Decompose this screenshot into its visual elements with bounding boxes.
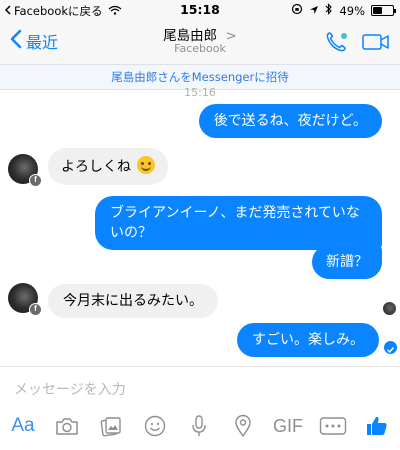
- facebook-badge-icon: f: [29, 303, 42, 316]
- gif-label: GIF: [273, 415, 303, 436]
- message-input[interactable]: メッセージを入力: [14, 379, 126, 399]
- message-text: よろしくね: [61, 159, 131, 175]
- delivered-check-icon: [384, 341, 397, 354]
- composer-toolbar: Aa GIF: [0, 411, 400, 441]
- status-bar: Facebookに戻る 15:18 49%: [0, 0, 400, 20]
- location-arrow-icon: [309, 4, 319, 18]
- message-bubble-outgoing[interactable]: 新譜？: [312, 245, 382, 279]
- gif-icon[interactable]: GIF: [270, 411, 306, 441]
- microphone-icon[interactable]: [184, 411, 214, 441]
- facebook-badge-icon: f: [29, 174, 42, 187]
- voice-call-icon[interactable]: [324, 30, 348, 58]
- battery-percent: 49%: [339, 3, 365, 18]
- composer: メッセージを入力 Aa GIF: [0, 366, 400, 450]
- text-format-label: Aa: [11, 415, 35, 436]
- message-bubble-incoming[interactable]: 今月末に出るみたい。: [48, 284, 218, 318]
- sticker-icon[interactable]: [140, 411, 170, 441]
- battery-level: [373, 7, 383, 14]
- location-icon[interactable]: [228, 411, 258, 441]
- photo-gallery-icon[interactable]: [96, 411, 126, 441]
- text-format-icon[interactable]: Aa: [6, 411, 40, 441]
- more-icon[interactable]: [316, 411, 350, 441]
- message-bubble-outgoing[interactable]: ブライアンイーノ、まだ発売されていないの？: [95, 196, 382, 250]
- read-receipt-avatar: [383, 302, 396, 315]
- message-bubble-outgoing[interactable]: すごい。楽しみ。: [237, 323, 379, 357]
- smiling-face-emoji-icon: [137, 156, 156, 174]
- like-icon[interactable]: [362, 411, 392, 441]
- nav-bar: 最近 尾島由郎 > Facebook: [0, 20, 400, 64]
- rotation-lock-icon: [291, 3, 303, 18]
- video-call-icon[interactable]: [362, 32, 390, 56]
- message-bubble-incoming[interactable]: よろしくね: [48, 148, 169, 185]
- bluetooth-icon: [325, 3, 333, 18]
- camera-icon[interactable]: [52, 411, 82, 441]
- message-bubble-outgoing[interactable]: 後で送るね、夜だけど。: [198, 104, 382, 138]
- message-timestamp: 15:16: [184, 86, 216, 99]
- battery-icon: [371, 5, 396, 16]
